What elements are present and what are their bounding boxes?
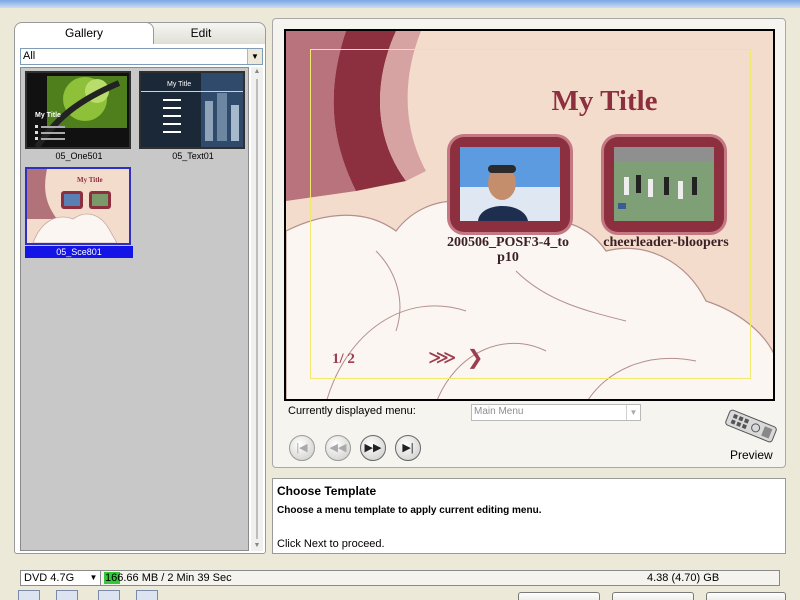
- tab-gallery[interactable]: Gallery: [14, 22, 154, 44]
- first-chapter-icon[interactable]: |◀: [289, 435, 315, 461]
- chapter-label-1[interactable]: 200506_POSF3-4_to p10: [438, 235, 578, 265]
- menu-title[interactable]: My Title: [286, 85, 773, 118]
- template-panel: Edit Gallery All ▼ My Title 05_One501 My…: [10, 18, 266, 554]
- template-caption: 05_Sce801: [25, 246, 133, 258]
- scroll-track[interactable]: [256, 79, 258, 539]
- category-filter-select[interactable]: All ▼: [20, 48, 263, 65]
- next-icon[interactable]: ▶▶: [360, 435, 386, 461]
- template-gallery-list: My Title 05_One501 My Title 05_Text01 My…: [20, 67, 249, 551]
- chapter-thumbnail-2[interactable]: [604, 137, 724, 232]
- preview-button[interactable]: Preview: [730, 448, 773, 462]
- usage-text: 166.66 MB / 2 Min 39 Sec: [105, 572, 232, 584]
- scroll-down-icon[interactable]: ▼: [251, 541, 263, 551]
- chevron-down-icon[interactable]: ▼: [626, 405, 640, 420]
- gallery-box: All ▼ My Title 05_One501 My Title 05_Tex…: [14, 43, 266, 554]
- disc-usage-bar: DVD 4.7G ▼ 166.66 MB / 2 Min 39 Sec 4.38…: [20, 570, 780, 586]
- chevron-down-icon[interactable]: ▼: [247, 49, 262, 64]
- help-title: Choose Template: [277, 484, 377, 498]
- template-title-text: My Title: [77, 176, 103, 184]
- previous-icon[interactable]: ◀◀: [325, 435, 351, 461]
- tab-edit[interactable]: Edit: [136, 22, 266, 44]
- capacity-text: 4.38 (4.70) GB: [647, 572, 720, 584]
- chapter-image: [614, 147, 714, 221]
- help-description: Choose a menu template to apply current …: [277, 505, 542, 516]
- template-preview-image: My Title: [25, 167, 131, 245]
- close-button[interactable]: [706, 592, 786, 600]
- chapter-label-2[interactable]: cheerleader-bloopers: [590, 235, 742, 250]
- template-thumbnail[interactable]: My Title 05_One501: [25, 71, 133, 162]
- displayed-menu-value: Main Menu: [474, 406, 524, 417]
- page-indicator: 1/ 2: [332, 351, 355, 367]
- template-caption: 05_Text01: [172, 151, 214, 161]
- remote-control-icon[interactable]: [722, 408, 780, 444]
- panel-tabs: Edit Gallery: [14, 22, 266, 44]
- chevron-down-icon[interactable]: ▼: [88, 572, 99, 584]
- template-caption: 05_One501: [55, 151, 103, 161]
- back-button[interactable]: [518, 592, 600, 600]
- help-next-hint: Click Next to proceed.: [277, 538, 385, 550]
- burn-icon[interactable]: [136, 590, 158, 600]
- settings-icon[interactable]: [56, 590, 78, 600]
- template-preview-image: My Title: [25, 71, 131, 149]
- template-preview-image: My Title: [139, 71, 245, 149]
- filter-value: All: [23, 50, 36, 62]
- window-top-strip: [0, 0, 800, 8]
- template-title-text: My Title: [35, 112, 61, 119]
- next-page-icon[interactable]: ⋙ ❯: [428, 345, 486, 369]
- disc-type-value: DVD 4.7G: [24, 572, 75, 584]
- template-title-text: My Title: [167, 81, 192, 88]
- chapter-image: [460, 147, 560, 221]
- list-view-icon[interactable]: [18, 590, 40, 600]
- disc-type-select[interactable]: DVD 4.7G ▼: [21, 571, 101, 585]
- template-thumbnail[interactable]: My Title 05_Text01: [139, 71, 247, 162]
- menu-preview-canvas: My Title 200506_POSF3-4_to p10 cheerlead…: [284, 29, 775, 401]
- scroll-up-icon[interactable]: ▲: [251, 67, 263, 77]
- displayed-menu-label: Currently displayed menu:: [288, 405, 416, 417]
- preview-mode-icon[interactable]: [98, 590, 120, 600]
- next-button[interactable]: [612, 592, 694, 600]
- last-chapter-icon[interactable]: ▶|: [395, 435, 421, 461]
- template-thumbnail-selected[interactable]: My Title 05_Sce801: [25, 167, 133, 258]
- menu-preview-frame: My Title 200506_POSF3-4_to p10 cheerlead…: [272, 18, 786, 468]
- help-panel: Choose Template Choose a menu template t…: [272, 478, 786, 554]
- gallery-scrollbar[interactable]: ▲ ▼: [251, 67, 263, 551]
- chapter-thumbnail-1[interactable]: [450, 137, 570, 232]
- displayed-menu-select[interactable]: Main Menu ▼: [471, 404, 641, 421]
